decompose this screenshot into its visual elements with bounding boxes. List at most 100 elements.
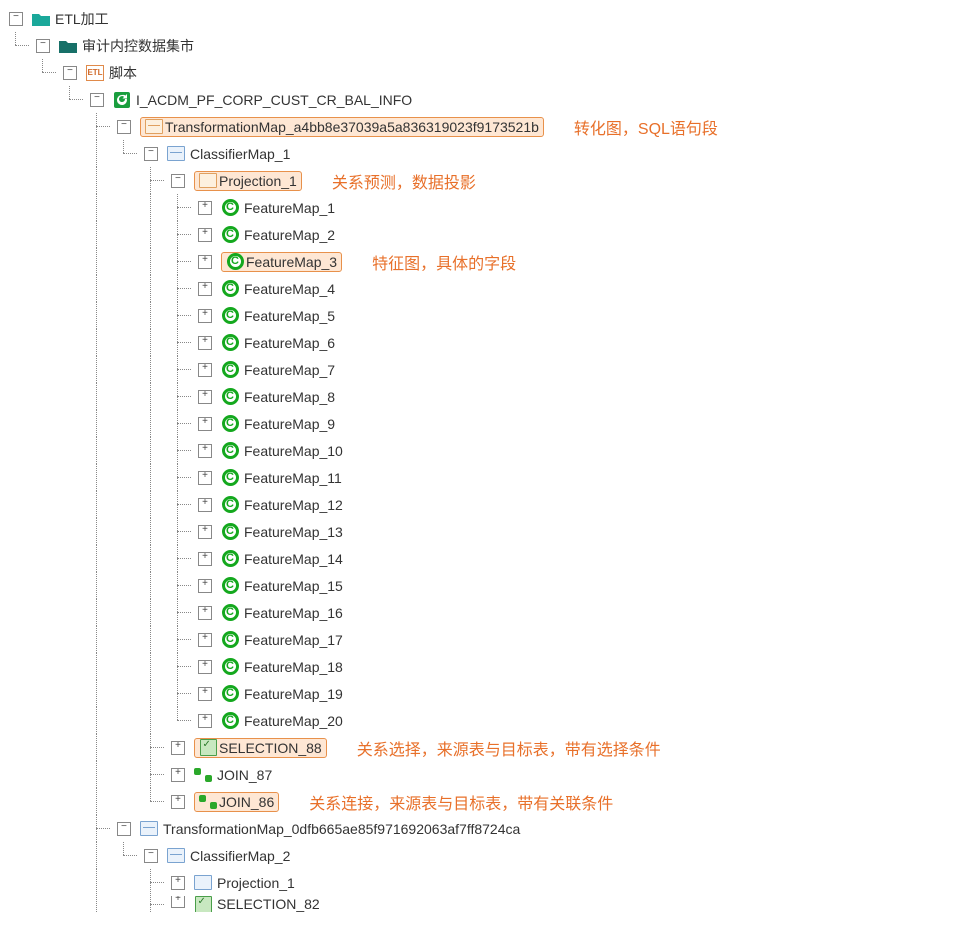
feature-c-icon: C: [221, 307, 239, 325]
expand-toggle[interactable]: +: [171, 741, 185, 755]
tree-node-feature-map[interactable]: +CFeatureMap_18: [5, 653, 980, 680]
node-label: FeatureMap_15: [241, 577, 346, 595]
feature-c-icon: C: [221, 550, 239, 568]
tree-node-projection[interactable]: + Projection_1: [5, 869, 980, 896]
tree-node-feature-map[interactable]: +CFeatureMap_9: [5, 410, 980, 437]
tree-node-feature-map[interactable]: +CFeatureMap_7: [5, 356, 980, 383]
collapse-toggle[interactable]: −: [36, 39, 50, 53]
node-label: FeatureMap_10: [241, 442, 346, 460]
tree-node-feature-map[interactable]: +CFeatureMap_15: [5, 572, 980, 599]
tree-node-feature-map[interactable]: +CFeatureMap_16: [5, 599, 980, 626]
node-label: FeatureMap_6: [241, 334, 338, 352]
collapse-toggle[interactable]: −: [144, 849, 158, 863]
tree-node-feature-map[interactable]: + CFeatureMap_12: [5, 491, 980, 518]
tree-node-join[interactable]: + JOIN_87: [5, 761, 980, 788]
tree-node-mart[interactable]: − 审计内控数据集市: [5, 32, 980, 59]
collapse-toggle[interactable]: −: [90, 93, 104, 107]
expand-toggle[interactable]: +: [198, 417, 212, 431]
annotation-text: 关系预测，数据投影: [332, 169, 476, 193]
collapse-toggle[interactable]: −: [144, 147, 158, 161]
join-icon: [194, 766, 212, 784]
expand-toggle[interactable]: +: [198, 282, 212, 296]
tree-node-classifier-map[interactable]: − ClassifierMap_2: [5, 842, 980, 869]
node-label: FeatureMap_4: [241, 280, 338, 298]
selection-icon: [194, 896, 212, 912]
expand-toggle[interactable]: +: [198, 660, 212, 674]
map-icon: [140, 820, 158, 838]
tree-node-script[interactable]: − ETL 脚本: [5, 59, 980, 86]
tree-node-feature-map[interactable]: +CFeatureMap_10: [5, 437, 980, 464]
collapse-toggle[interactable]: −: [171, 174, 185, 188]
projection-icon: [194, 874, 212, 892]
expand-toggle[interactable]: +: [198, 579, 212, 593]
tree-node-transformation-map[interactable]: − TransformationMap_0dfb665ae85f97169206…: [5, 815, 980, 842]
expand-toggle[interactable]: +: [198, 606, 212, 620]
feature-c-icon: C: [221, 496, 239, 514]
expand-toggle[interactable]: +: [198, 714, 212, 728]
tree-node-feature-map[interactable]: + CFeatureMap_5: [5, 302, 980, 329]
feature-c-icon: C: [226, 253, 244, 271]
tree-node-feature-map[interactable]: +CFeatureMap_17: [5, 626, 980, 653]
expand-toggle[interactable]: +: [198, 309, 212, 323]
node-label: FeatureMap_12: [241, 496, 346, 514]
expand-toggle[interactable]: +: [198, 228, 212, 242]
expand-toggle[interactable]: +: [198, 363, 212, 377]
expand-toggle[interactable]: +: [198, 201, 212, 215]
node-label: FeatureMap_17: [241, 631, 346, 649]
tree-node-root[interactable]: − ETL加工: [5, 5, 980, 32]
collapse-toggle[interactable]: −: [9, 12, 23, 26]
expand-toggle[interactable]: +: [198, 687, 212, 701]
node-label: ClassifierMap_1: [187, 145, 293, 163]
tree-node-feature-map[interactable]: +CFeatureMap_2: [5, 221, 980, 248]
expand-toggle[interactable]: +: [198, 471, 212, 485]
expand-toggle[interactable]: +: [198, 525, 212, 539]
node-label: JOIN_87: [214, 766, 275, 784]
tree-node-feature-map[interactable]: +CFeatureMap_3特征图，具体的字段: [5, 248, 980, 275]
expand-toggle[interactable]: +: [198, 255, 212, 269]
expand-toggle[interactable]: +: [198, 552, 212, 566]
expand-toggle[interactable]: +: [198, 498, 212, 512]
tree-node-feature-map[interactable]: +CFeatureMap_8: [5, 383, 980, 410]
tree-node-join[interactable]: + JOIN_86 关系连接，来源表与目标表，带有关联条件: [5, 788, 980, 815]
folder-icon: [32, 10, 50, 28]
feature-c-icon: C: [221, 604, 239, 622]
etl-script-icon: ETL: [86, 64, 104, 82]
map-icon: [145, 118, 163, 136]
tree-node-feature-map[interactable]: +CFeatureMap_20: [5, 707, 980, 734]
annotation-text: 转化图，SQL语句段: [574, 115, 718, 139]
expand-toggle[interactable]: +: [198, 633, 212, 647]
tree-node-feature-map[interactable]: +CFeatureMap_19: [5, 680, 980, 707]
tree-node-feature-map[interactable]: +CFeatureMap_4: [5, 275, 980, 302]
node-label: FeatureMap_13: [241, 523, 346, 541]
node-label: FeatureMap_5: [241, 307, 338, 325]
node-label: SELECTION_88: [219, 740, 322, 756]
node-label: TransformationMap_a4bb8e37039a5a83631902…: [165, 119, 539, 135]
tree-node-feature-map[interactable]: +CFeatureMap_11: [5, 464, 980, 491]
expand-toggle[interactable]: +: [198, 336, 212, 350]
tree-node-transformation-map[interactable]: − TransformationMap_a4bb8e37039a5a836319…: [5, 113, 980, 140]
expand-toggle[interactable]: +: [198, 444, 212, 458]
expand-toggle[interactable]: +: [171, 768, 185, 782]
expand-toggle[interactable]: +: [171, 795, 185, 809]
node-label: SELECTION_82: [214, 896, 323, 912]
collapse-toggle[interactable]: −: [63, 66, 77, 80]
collapse-toggle[interactable]: −: [117, 822, 131, 836]
expand-toggle[interactable]: +: [198, 390, 212, 404]
tree-node-selection[interactable]: + SELECTION_82: [5, 896, 980, 912]
tree-node-selection[interactable]: + SELECTION_88 关系选择，来源表与目标表，带有选择条件: [5, 734, 980, 761]
tree-node-feature-map[interactable]: +CFeatureMap_14: [5, 545, 980, 572]
tree-node-classifier-map[interactable]: − ClassifierMap_1: [5, 140, 980, 167]
feature-c-icon: C: [221, 199, 239, 217]
node-label: 审计内控数据集市: [79, 35, 197, 57]
tree-node-feature-map[interactable]: +CFeatureMap_1: [5, 194, 980, 221]
feature-c-icon: C: [221, 658, 239, 676]
tree-node-projection[interactable]: − Projection_1 关系预测，数据投影: [5, 167, 980, 194]
expand-toggle[interactable]: +: [171, 876, 185, 890]
tree-node-job[interactable]: − I_ACDM_PF_CORP_CUST_CR_BAL_INFO: [5, 86, 980, 113]
tree-node-feature-map[interactable]: +CFeatureMap_6: [5, 329, 980, 356]
expand-toggle[interactable]: +: [171, 896, 185, 908]
annotation-text: 特征图，具体的字段: [372, 250, 516, 274]
tree-node-feature-map[interactable]: +CFeatureMap_13: [5, 518, 980, 545]
node-label: FeatureMap_2: [241, 226, 338, 244]
collapse-toggle[interactable]: −: [117, 120, 131, 134]
